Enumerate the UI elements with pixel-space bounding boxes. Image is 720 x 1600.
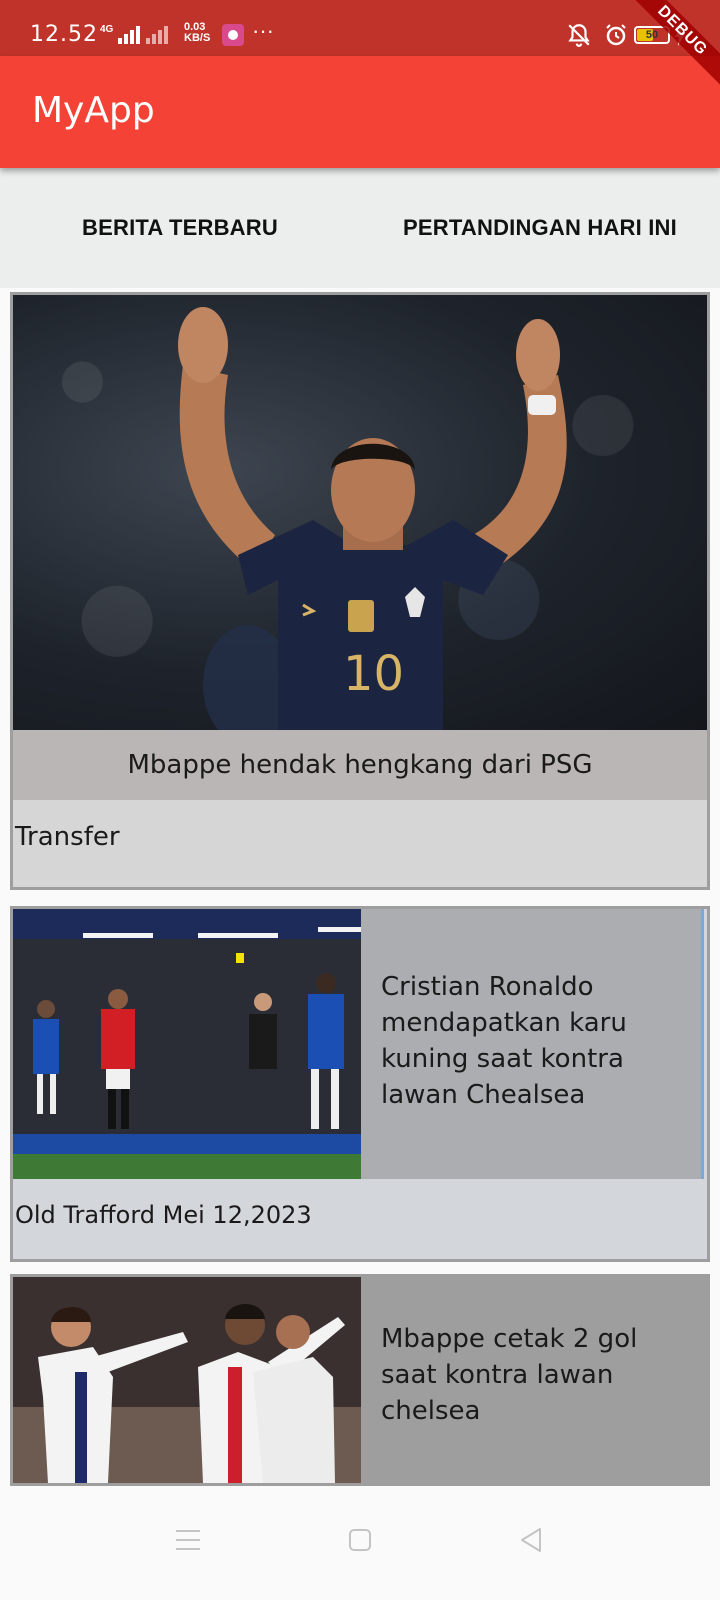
tab-berita-terbaru[interactable]: BERITA TERBARU (0, 168, 360, 288)
news-headline-panel: Mbappe cetak 2 gol saat kontra lawan che… (361, 1277, 707, 1483)
network-type: 4G (100, 24, 114, 35)
battery-level: 50 (645, 29, 659, 41)
tab-pertandingan-hari-ini[interactable]: PERTANDINGAN HARI INI (360, 168, 720, 288)
app-bar: MyApp (0, 56, 720, 168)
back-icon[interactable] (518, 1526, 544, 1554)
tab-bar: BERITA TERBARU PERTANDINGAN HARI INI (0, 168, 720, 288)
news-headline: Mbappe cetak 2 gol saat kontra lawan che… (381, 1324, 638, 1426)
more-notifications-icon: ··· (252, 18, 274, 43)
news-location-date: Old Trafford Mei 12,2023 (15, 1201, 312, 1229)
navigation-bar (0, 1488, 720, 1600)
network-speed: 0.03 KB/S (184, 22, 210, 44)
status-bar: 12.52 4G 0.03 KB/S ··· 50 (0, 0, 720, 56)
mute-icon (568, 24, 590, 47)
home-icon[interactable] (348, 1528, 372, 1552)
status-time: 12.52 (30, 22, 98, 47)
news-headline: Cristian Ronaldo mendapatkan karu kuning… (381, 972, 627, 1110)
alarm-icon (606, 24, 626, 46)
speed-unit: KB/S (184, 32, 211, 44)
news-headline-panel: Cristian Ronaldo mendapatkan karu kuning… (361, 909, 704, 1179)
svg-text:10: 10 (343, 646, 404, 702)
app-title: MyApp (32, 90, 155, 131)
news-card[interactable]: Cristian Ronaldo mendapatkan karu kuning… (10, 906, 710, 1262)
news-category: Transfer (15, 822, 120, 852)
menu-icon[interactable] (174, 1528, 202, 1552)
signal-icon (118, 26, 140, 44)
news-headline: Mbappe hendak hengkang dari PSG (13, 730, 707, 800)
app-notification-icon (222, 24, 244, 46)
news-photo (13, 909, 361, 1179)
news-card[interactable]: Mbappe cetak 2 gol saat kontra lawan che… (10, 1274, 710, 1486)
news-photo: 10 (13, 295, 707, 730)
news-photo (13, 1277, 361, 1483)
signal-icon-2 (146, 26, 168, 44)
news-card[interactable]: 10 Mbappe hendak hengkang dari PSG Trans… (10, 292, 710, 890)
